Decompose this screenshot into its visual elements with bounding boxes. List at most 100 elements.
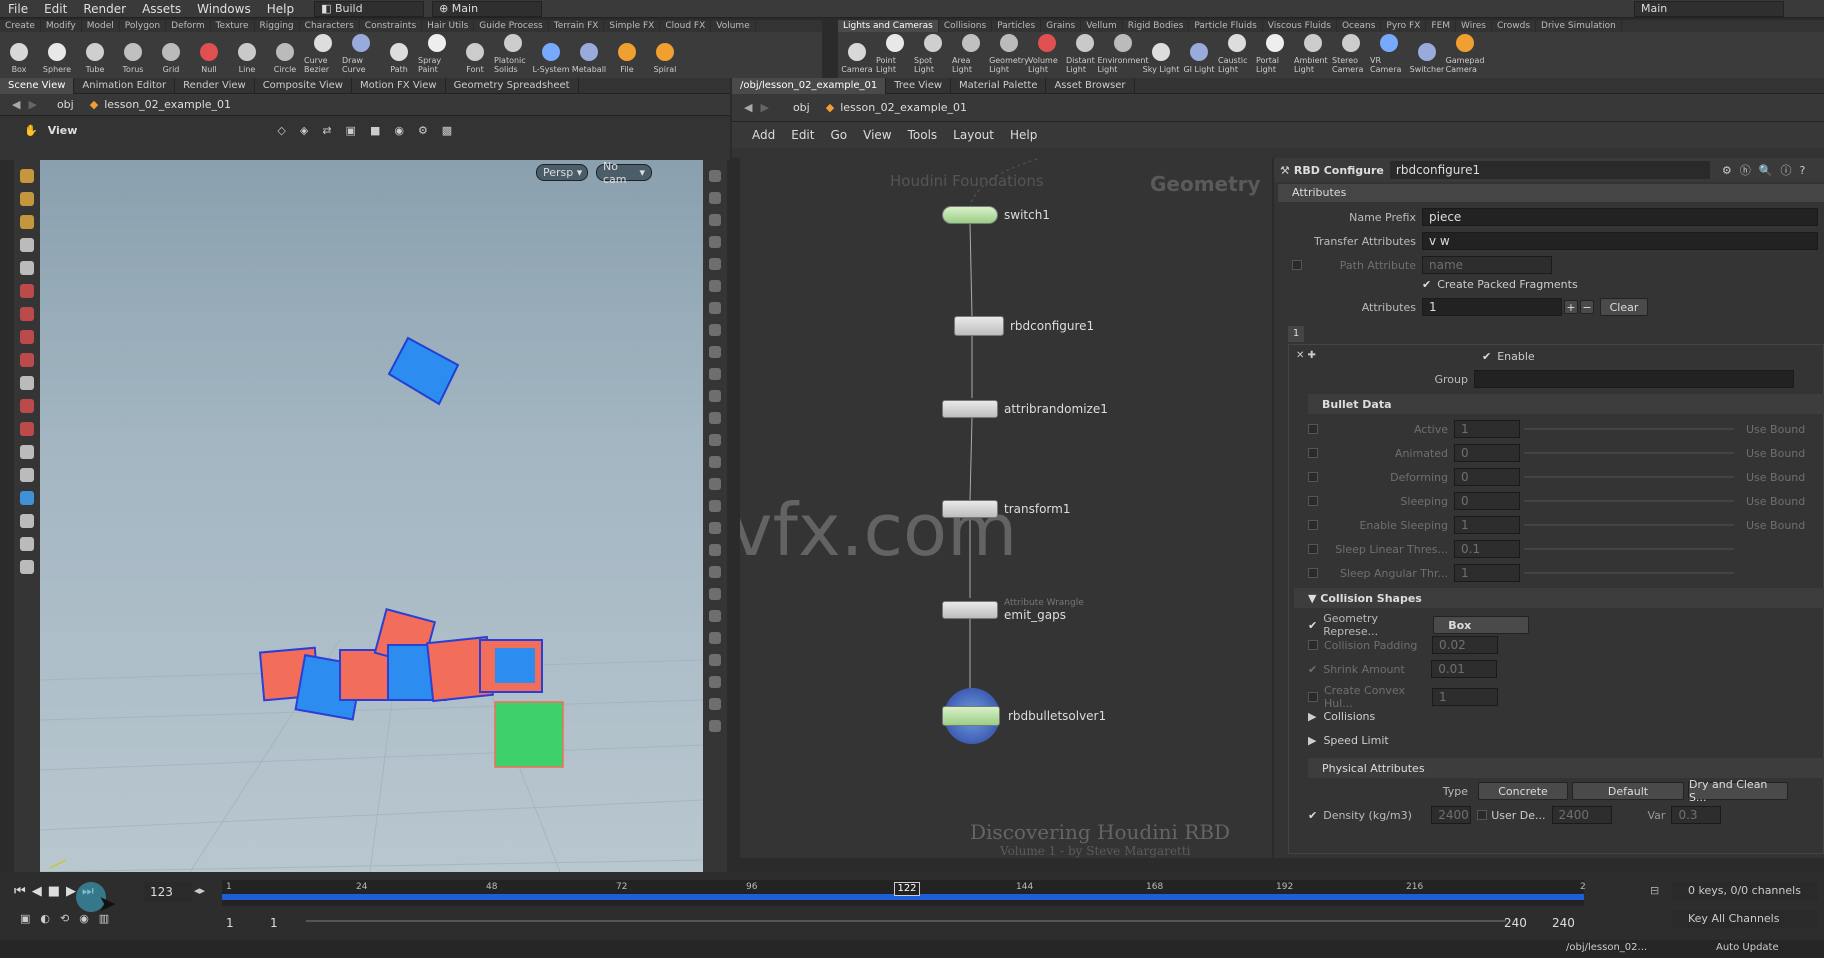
tool-line[interactable]: Line [228, 43, 266, 76]
floating-piece[interactable] [387, 336, 460, 406]
node-switch1-body[interactable] [942, 206, 998, 224]
name-prefix-field[interactable]: piece [1422, 208, 1818, 226]
display-option-1-icon[interactable] [709, 170, 721, 182]
display-option-16-icon[interactable] [709, 500, 721, 512]
shelf-tab-polygon[interactable]: Polygon [120, 20, 167, 32]
tool-path[interactable]: Path [380, 43, 418, 76]
bullet-sleeping-checkbox[interactable] [1308, 496, 1318, 506]
bullet-sleep-angular-thr-slider[interactable] [1524, 572, 1734, 574]
3d-viewport[interactable]: Persp ▾ No cam ▾ [40, 160, 703, 872]
back-arrow-icon[interactable]: ◀ [12, 98, 20, 111]
shelf-tab-terrain-fx[interactable]: Terrain FX [549, 20, 605, 32]
dry-clean-dropdown[interactable]: Dry and Clean S... [1688, 778, 1788, 804]
section-physical-attributes[interactable]: Physical Attributes [1308, 758, 1824, 778]
node-name-field[interactable]: rbdconfigure1 [1389, 161, 1710, 179]
desktop-build-dropdown[interactable]: ◧ Build [314, 0, 425, 17]
tool-camera[interactable]: Camera [838, 43, 876, 76]
tool-draw-curve[interactable]: Draw Curve [342, 34, 380, 76]
shelf-tab-create[interactable]: Create [0, 20, 41, 32]
network-editor[interactable]: Houdini Foundations Geometry iivfx.com D… [740, 158, 1272, 858]
network-menu-edit[interactable]: Edit [783, 128, 822, 142]
tab-render-view[interactable]: Render View [175, 77, 255, 94]
globe-icon[interactable] [20, 560, 34, 574]
path-attr-checkbox[interactable] [1292, 260, 1302, 270]
shelf-tab-constraints[interactable]: Constraints [360, 20, 423, 32]
shelf-tab-vellum[interactable]: Vellum [1081, 20, 1123, 32]
network-menu-view[interactable]: View [855, 128, 899, 142]
tool-gamepad-camera[interactable]: Gamepad Camera [1446, 34, 1484, 76]
display-option-26-icon[interactable] [709, 720, 721, 732]
bullet-sleep-angular-thr-field[interactable]: 1 [1454, 564, 1520, 582]
tool-l-system[interactable]: L-System [532, 43, 570, 76]
convex-hull-checkbox[interactable] [1308, 692, 1318, 702]
user-density-field[interactable]: 2400 [1551, 806, 1612, 824]
tab-attributes[interactable]: Attributes [1278, 184, 1360, 201]
display-option-17-icon[interactable] [709, 522, 721, 534]
network-menu-layout[interactable]: Layout [945, 128, 1002, 142]
menu-assets[interactable]: Assets [134, 2, 189, 16]
view-menu-label[interactable]: View [48, 124, 78, 137]
realtime-toggle-icons[interactable]: ▣◐⟲◉▥ [20, 912, 119, 925]
add-multiparm-icon[interactable]: + [1564, 300, 1578, 314]
node-rbdconfigure1[interactable]: rbdconfigure1 [954, 316, 1094, 336]
forward-arrow-icon[interactable]: ▶ [28, 98, 36, 111]
node-switch1[interactable]: switch1 [942, 206, 1050, 224]
tool-spot-light[interactable]: Spot Light [914, 34, 952, 76]
shelf-tab-pyro-fx[interactable]: Pyro FX [1381, 20, 1427, 32]
node-transform1-body[interactable] [942, 500, 998, 518]
shelf-tab-crowds[interactable]: Crowds [1492, 20, 1537, 32]
tool-spray-paint[interactable]: Spray Paint [418, 34, 456, 76]
display-option-20-icon[interactable] [709, 588, 721, 600]
tool-switcher[interactable]: Switcher [1408, 43, 1446, 76]
clear-button[interactable]: Clear [1600, 298, 1648, 316]
camera-dropdown[interactable]: No cam ▾ [596, 160, 652, 186]
shelf-tab-rigging[interactable]: Rigging [255, 20, 300, 32]
step-frame-icons[interactable]: ◂▸ [194, 884, 205, 897]
section-bullet-data[interactable]: Bullet Data [1308, 394, 1824, 414]
path-obj[interactable]: obj [793, 101, 810, 114]
bullet-enable-sleeping-checkbox[interactable] [1308, 520, 1318, 530]
shelf-tab-grains[interactable]: Grains [1041, 20, 1082, 32]
tool-grid[interactable]: Grid [152, 43, 190, 76]
bullet-sleep-linear-thres-slider[interactable] [1524, 548, 1734, 550]
node-rbdconfigure1-body[interactable] [954, 316, 1004, 336]
tool-point-light[interactable]: Point Light [876, 34, 914, 76]
tool-environment-light[interactable]: Environment Light [1097, 34, 1149, 76]
network-menu-help[interactable]: Help [1002, 128, 1045, 142]
bullet-animated-slider[interactable] [1524, 452, 1734, 454]
node-emit-gaps-body[interactable] [942, 601, 998, 619]
rotate-icon[interactable] [20, 215, 34, 229]
display-option-9-icon[interactable] [709, 346, 721, 358]
view-menu-icon[interactable]: ✋ [24, 124, 38, 137]
display-option-18-icon[interactable] [709, 544, 721, 556]
bullet-enable-sleeping-slider[interactable] [1524, 524, 1734, 526]
display-option-13-icon[interactable] [709, 434, 721, 446]
variance-field[interactable]: 0.3 [1671, 806, 1722, 824]
range-end-2[interactable]: 240 [1552, 916, 1575, 930]
shelf-tab-model[interactable]: Model [82, 20, 120, 32]
display-option-2-icon[interactable] [709, 192, 721, 204]
bullet-deforming-checkbox[interactable] [1308, 472, 1318, 482]
weld-icon[interactable] [20, 445, 34, 459]
menu-help[interactable]: Help [259, 2, 302, 16]
node-emit-gaps[interactable]: Attribute Wrangle emit_gaps [942, 598, 1084, 622]
network-menu-go[interactable]: Go [822, 128, 855, 142]
bullet-sleeping-field[interactable]: 0 [1454, 492, 1520, 510]
tool-tube[interactable]: Tube [76, 43, 114, 76]
shelf-tab-drive-simulation[interactable]: Drive Simulation [1536, 20, 1622, 32]
shelf-tab-wires[interactable]: Wires [1456, 20, 1492, 32]
shelf-tab-viscous-fluids[interactable]: Viscous Fluids [1263, 20, 1337, 32]
tool-metaball[interactable]: Metaball [570, 43, 608, 76]
shelf-tab-oceans[interactable]: Oceans [1337, 20, 1382, 32]
record-icon[interactable] [20, 537, 34, 551]
key-all-channels[interactable]: Key All Channels [1672, 910, 1818, 928]
enable-check-icon[interactable]: ✔ [1482, 350, 1491, 363]
tool-file[interactable]: File [608, 43, 646, 76]
network-menu-tools[interactable]: Tools [900, 128, 946, 142]
menu-edit[interactable]: Edit [36, 2, 75, 16]
camera-icon[interactable] [20, 491, 34, 505]
collision-padding-checkbox[interactable] [1308, 640, 1318, 650]
select-icon[interactable] [20, 238, 34, 252]
display-option-15-icon[interactable] [709, 478, 721, 490]
display-option-3-icon[interactable] [709, 214, 721, 226]
